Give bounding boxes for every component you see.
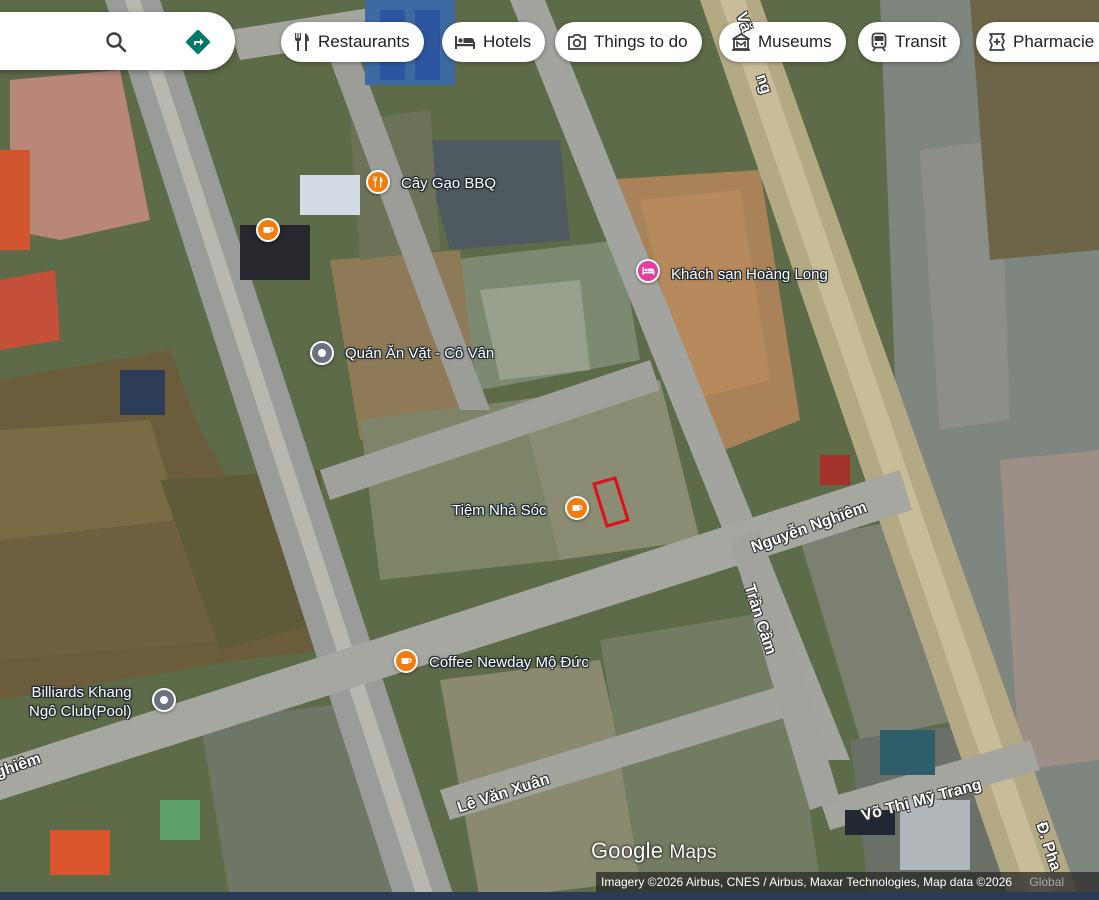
place-label-tiem-nha-soc[interactable]: Tiệm Nhà Sóc xyxy=(452,502,546,519)
museum-icon xyxy=(732,33,750,51)
place-label-coffee-newday[interactable]: Coffee Newday Mộ Đức xyxy=(429,654,589,671)
directions-icon xyxy=(186,30,210,54)
google-maps-logo: Google Maps xyxy=(591,838,717,864)
chip-hotels[interactable]: Hotels xyxy=(442,22,546,62)
directions-button[interactable] xyxy=(182,26,214,58)
place-pin-quan-an[interactable] xyxy=(310,341,334,365)
pin-dot-icon xyxy=(318,349,326,357)
maps-logo-text: Maps xyxy=(669,842,717,863)
hotel-pin-hoang-long[interactable] xyxy=(636,259,660,283)
fork-knife-icon xyxy=(295,33,309,51)
search-button[interactable] xyxy=(100,26,132,58)
chip-label: Transit xyxy=(895,32,947,51)
coffee-cup-icon xyxy=(263,227,274,233)
chip-label: Hotels xyxy=(483,32,532,51)
place-label-quan-an[interactable]: Quán Ăn Vặt - Cô Vân xyxy=(345,345,494,362)
google-logo-text: Google xyxy=(591,838,664,863)
cafe-pin-coffee-newday[interactable] xyxy=(394,649,418,673)
camera-icon xyxy=(568,34,586,50)
place-pin-billiards[interactable] xyxy=(152,688,176,712)
pharmacy-icon xyxy=(989,33,1005,51)
pin-dot-icon xyxy=(160,696,168,704)
chip-label: Museums xyxy=(758,32,832,51)
place-label-billiards[interactable]: Billiards Khang Ngô Club(Pool) xyxy=(29,683,132,721)
chip-label: Pharmacie xyxy=(1013,32,1095,51)
place-label-line: Billiards Khang xyxy=(31,684,132,701)
satellite-map[interactable] xyxy=(0,0,1099,900)
restaurant-pin-cay-gao[interactable] xyxy=(366,170,390,194)
fork-knife-icon xyxy=(373,176,383,188)
place-label-cay-gao[interactable]: Cây Gạo BBQ xyxy=(401,175,496,192)
train-icon xyxy=(871,32,887,52)
search-box[interactable] xyxy=(0,12,235,70)
global-link[interactable]: Global xyxy=(1029,875,1064,889)
bottom-strip xyxy=(0,892,1099,900)
chip-things-to-do[interactable]: Things to do xyxy=(555,22,702,62)
place-label-line: Ngô Club(Pool) xyxy=(29,703,132,720)
chip-restaurants[interactable]: Restaurants xyxy=(281,22,424,62)
place-label-hoang-long[interactable]: Khách sạn Hoàng Long xyxy=(671,266,828,283)
cafe-pin-unnamed[interactable] xyxy=(256,218,280,242)
chip-transit[interactable]: Transit xyxy=(858,22,961,62)
coffee-cup-icon xyxy=(572,505,583,511)
chip-pharmacies[interactable]: Pharmacie xyxy=(976,22,1099,62)
chip-label: Things to do xyxy=(594,32,688,51)
search-icon xyxy=(106,32,127,53)
attribution-text: Imagery ©2026 Airbus, CNES / Airbus, Max… xyxy=(601,875,1013,889)
chip-label: Restaurants xyxy=(318,32,410,51)
cafe-pin-tiem-nha-soc[interactable] xyxy=(565,496,589,520)
coffee-cup-icon xyxy=(401,658,412,664)
bed-icon xyxy=(642,266,654,275)
bed-icon xyxy=(455,36,475,49)
attribution-bar: Imagery ©2026 Airbus, CNES / Airbus, Max… xyxy=(596,872,1099,892)
